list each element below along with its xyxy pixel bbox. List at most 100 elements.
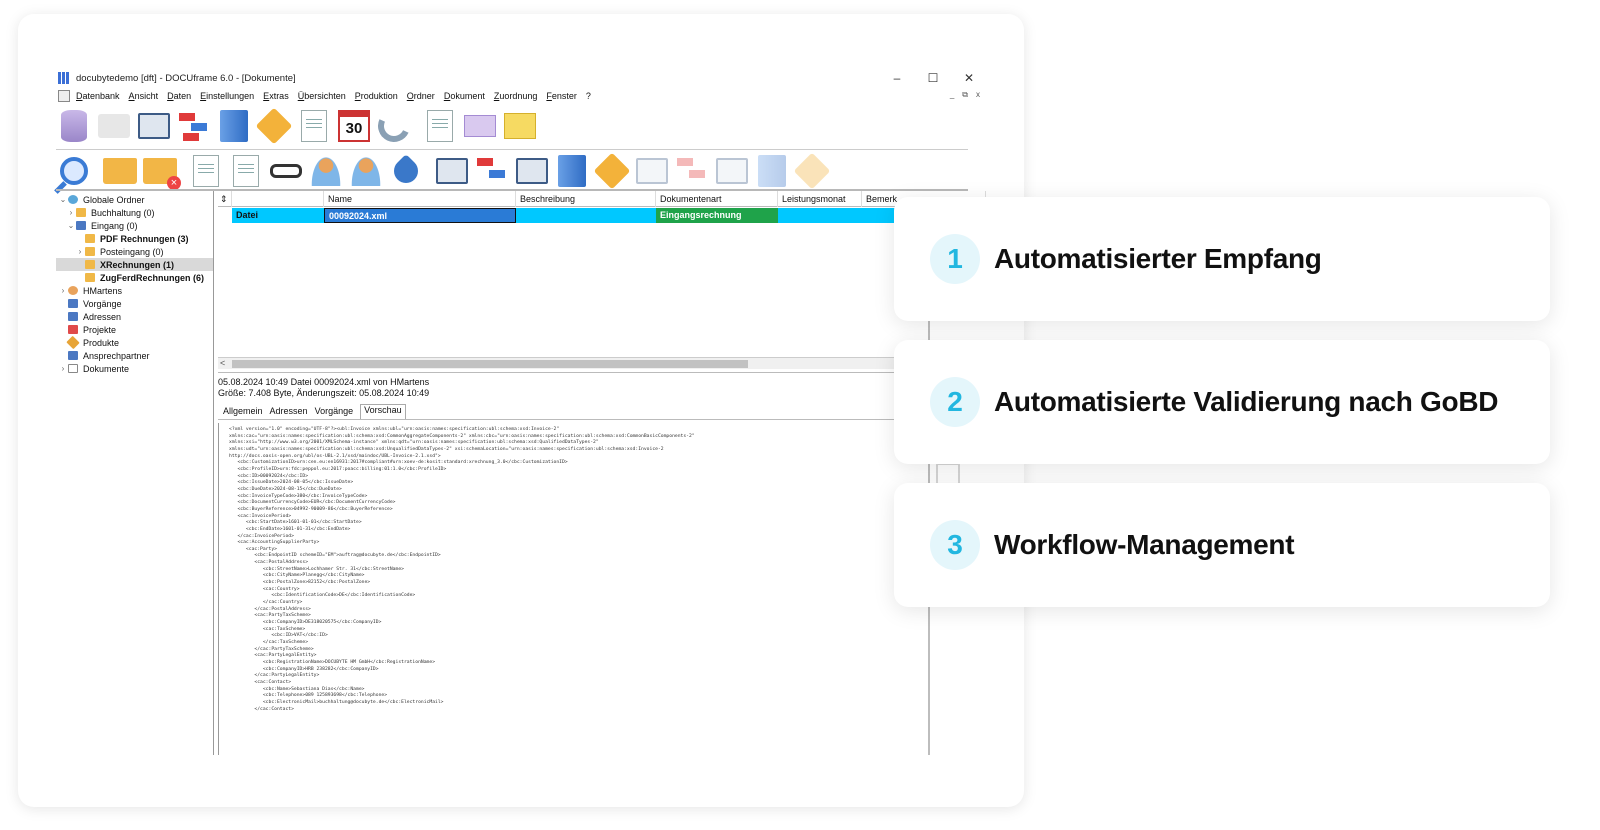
menu-help[interactable]: ?	[586, 91, 591, 101]
xml-line: <cac:TaxScheme>	[229, 626, 306, 632]
link-book-button[interactable]	[554, 153, 590, 189]
close-button[interactable]: ✕	[962, 71, 976, 85]
contact-card-icon	[138, 113, 170, 139]
delete-document-button[interactable]	[228, 153, 264, 189]
menu-uebersichten[interactable]: Übersichten	[298, 91, 346, 101]
chevron-right-icon[interactable]: ›	[58, 286, 68, 295]
person-card-icon	[516, 157, 548, 184]
menu-ordner[interactable]: Ordner	[407, 91, 435, 101]
minimize-button[interactable]: –	[890, 71, 904, 85]
feature-label-1: Automatisierter Empfang	[994, 243, 1322, 274]
tree-item-pdf-rechnungen[interactable]: PDF Rechnungen (3)	[75, 232, 189, 245]
note-button[interactable]	[502, 108, 538, 144]
document-icon[interactable]	[58, 90, 70, 102]
menu-dokument[interactable]: Dokument	[444, 91, 485, 101]
tree-item-dokumente[interactable]: › Dokumente	[58, 362, 129, 375]
tree-item-ansprechpartner[interactable]: Ansprechpartner	[58, 349, 150, 362]
tree-item-vorgaenge[interactable]: Vorgänge	[58, 297, 122, 310]
tab-vorgaenge[interactable]: Vorgänge	[315, 406, 354, 419]
chevron-down-icon[interactable]: ⌄	[66, 221, 76, 230]
link-contact-button[interactable]	[434, 153, 470, 189]
book-icon	[758, 154, 786, 187]
preview-button[interactable]	[268, 153, 304, 189]
folder-icon	[85, 234, 95, 243]
menu-einstellungen[interactable]: Einstellungen	[200, 91, 254, 101]
menu-zuordnung[interactable]: Zuordnung	[494, 91, 538, 101]
contacts-button[interactable]	[136, 108, 172, 144]
chevron-right-icon[interactable]: ›	[75, 247, 85, 256]
chevron-right-icon[interactable]: ›	[66, 208, 76, 217]
column-name[interactable]: Name	[324, 191, 516, 207]
link-person-button[interactable]	[514, 153, 550, 189]
menu-daten[interactable]: Daten	[167, 91, 191, 101]
mdi-restore-button[interactable]: ⧉	[962, 90, 968, 100]
document-import-icon	[193, 154, 219, 187]
book-button[interactable]	[216, 108, 252, 144]
column-service-month[interactable]: Leistungsmonat	[778, 191, 862, 207]
column-type[interactable]	[232, 191, 324, 207]
menu-ansicht[interactable]: Ansicht	[129, 91, 159, 101]
note-document-button[interactable]	[422, 108, 458, 144]
tag-button[interactable]	[255, 107, 293, 145]
scrollbar-thumb[interactable]	[232, 360, 748, 368]
xml-line: </cac:TaxScheme>	[229, 640, 309, 645]
database-button[interactable]	[56, 108, 92, 144]
sort-icon[interactable]: ⇕	[218, 191, 232, 207]
maximize-button[interactable]: ☐	[926, 71, 940, 85]
tree-item-adressen[interactable]: Adressen	[58, 310, 121, 323]
glasses-icon	[270, 163, 302, 178]
scroll-left-icon[interactable]: <	[220, 358, 225, 368]
table-row[interactable]: Datei 00092024.xml Eingangsrechnung	[218, 208, 986, 223]
print-button[interactable]	[96, 108, 132, 144]
mdi-controls: _ ⧉ x	[950, 90, 980, 100]
info-line-2: Größe: 7.408 Byte, Änderungszeit: 05.08.…	[218, 388, 430, 398]
search-button[interactable]	[56, 153, 92, 189]
tree-item-posteingang[interactable]: › Posteingang (0)	[75, 245, 164, 258]
document-info: 05.08.2024 10:49 Datei 00092024.xml von …	[218, 372, 986, 402]
xml-preview[interactable]: <?xml version="1.0" encoding="UTF-8"?><u…	[218, 423, 986, 755]
workflow-button[interactable]	[176, 108, 212, 144]
tree-item-projekte[interactable]: Projekte	[58, 323, 116, 336]
horizontal-scrollbar[interactable]: <	[218, 357, 986, 369]
tree-item-hmartens[interactable]: › HMartens	[58, 284, 122, 297]
person-group-button[interactable]	[348, 153, 384, 189]
documents-button[interactable]	[296, 108, 332, 144]
tree-item-zugferdrechnungen[interactable]: ZugFerdRechnungen (6)	[75, 271, 204, 284]
phone-button[interactable]	[373, 105, 415, 147]
new-folder-button[interactable]	[102, 153, 138, 189]
row-name[interactable]: 00092024.xml	[324, 208, 516, 223]
tag-icon	[66, 335, 80, 350]
pin-button[interactable]	[388, 153, 424, 189]
email-button[interactable]	[462, 108, 498, 144]
tree-item-eingang[interactable]: ⌄ Eingang (0)	[66, 219, 138, 232]
feature-card-1: 1 Automatisierter Empfang	[894, 197, 1550, 321]
xml-line: <cbc:BuyerReference>04992-90009-86</cbc:…	[229, 506, 393, 512]
xml-line: <cbc:ElectronicMail>buchhaltung@docubyte…	[229, 699, 444, 705]
menu-datenbank[interactable]: Datenbank	[76, 91, 120, 101]
chevron-right-icon[interactable]: ›	[58, 364, 68, 373]
column-description[interactable]: Beschreibung	[516, 191, 656, 207]
tab-vorschau[interactable]: Vorschau	[360, 404, 406, 419]
feature-number-3: 3	[930, 520, 980, 570]
tab-allgemein[interactable]: Allgemein	[223, 406, 263, 419]
link-workflow-button[interactable]	[474, 153, 510, 189]
tree-item-buchhaltung[interactable]: › Buchhaltung (0)	[66, 206, 155, 219]
menu-fenster[interactable]: Fenster	[546, 91, 577, 101]
workflow-icon	[677, 156, 707, 186]
menu-produktion[interactable]: Produktion	[355, 91, 398, 101]
column-document-kind[interactable]: Dokumentenart	[656, 191, 778, 207]
menu-extras[interactable]: Extras	[263, 91, 289, 101]
tab-adressen[interactable]: Adressen	[270, 406, 308, 419]
tree-item-xrechnungen[interactable]: XRechnungen (1)	[56, 258, 213, 271]
workflow-icon	[477, 156, 507, 186]
delete-folder-button[interactable]	[142, 153, 181, 190]
tree-item-globale-ordner[interactable]: ⌄ Globale Ordner	[58, 193, 145, 206]
link-tag-button[interactable]	[593, 152, 631, 189]
mdi-minimize-button[interactable]: _	[950, 90, 954, 100]
tree-item-produkte[interactable]: Produkte	[58, 335, 119, 350]
person-button[interactable]	[308, 153, 344, 189]
mdi-close-button[interactable]: x	[976, 90, 980, 100]
calendar-button[interactable]: 30	[336, 108, 372, 144]
import-document-button[interactable]	[188, 153, 224, 189]
chevron-down-icon[interactable]: ⌄	[58, 195, 68, 204]
